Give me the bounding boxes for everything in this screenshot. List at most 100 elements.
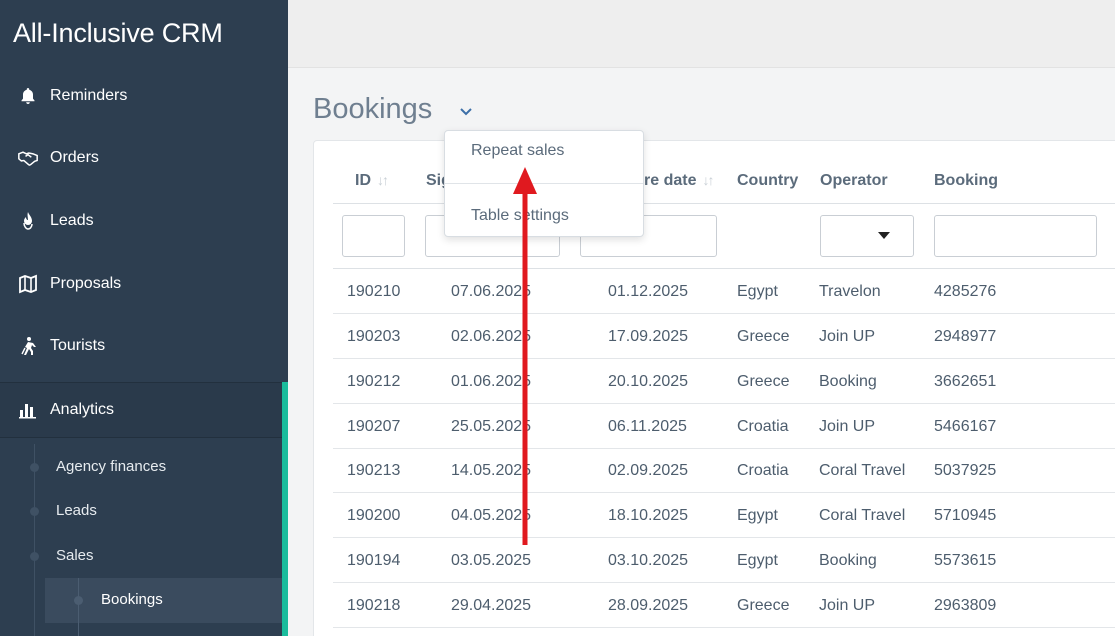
cell-signed: 25.05.2025	[451, 418, 532, 435]
cell-id: 190218	[347, 597, 401, 614]
sidebar-subitem-leads[interactable]: Leads	[56, 502, 97, 519]
sidebar-item-label: Tourists	[50, 337, 106, 354]
table-row[interactable]: 190200 04.05.2025 18.10.2025 Egypt Coral…	[333, 493, 1115, 538]
chevron-down-icon[interactable]	[458, 103, 474, 119]
cell-operator: Travelon	[819, 283, 881, 300]
cell-booking: 2948977	[934, 328, 997, 345]
table-row[interactable]: 190194 03.05.2025 03.10.2025 Egypt Booki…	[333, 538, 1115, 583]
app-title: All-Inclusive CRM	[13, 18, 223, 48]
cell-id: 190207	[347, 418, 401, 435]
cell-signed: 07.06.2025	[451, 283, 532, 300]
sidebar-item-reminders[interactable]: Reminders	[0, 65, 288, 127]
cell-signed: 03.05.2025	[451, 552, 532, 569]
sidebar-item-label: Leads	[50, 212, 94, 229]
cell-departure: 03.10.2025	[608, 552, 689, 569]
cell-country: Croatia	[737, 418, 789, 435]
filter-operator-select[interactable]	[820, 215, 914, 257]
cell-country: Egypt	[737, 283, 778, 300]
sidebar-item-label: Reminders	[50, 87, 128, 104]
tree-dot	[30, 552, 39, 561]
menu-item-table-settings[interactable]: Table settings	[471, 207, 569, 225]
cell-signed: 01.06.2025	[451, 373, 532, 390]
handshake-icon	[17, 147, 39, 169]
cell-departure: 17.09.2025	[608, 328, 689, 345]
menu-item-repeat-sales[interactable]: Repeat sales	[471, 142, 564, 160]
table-row[interactable]: 190207 25.05.2025 06.11.2025 Croatia Joi…	[333, 404, 1115, 449]
cell-operator: Coral Travel	[819, 507, 906, 524]
bell-icon	[17, 85, 39, 107]
top-bar	[288, 0, 1115, 68]
cell-booking: 3662651	[934, 373, 997, 390]
bar-chart-icon	[17, 399, 39, 421]
page-title: Bookings	[313, 93, 433, 125]
cell-country: Greece	[737, 597, 790, 614]
column-header-country[interactable]: Country	[737, 172, 798, 190]
table-row[interactable]: 190203 02.06.2025 17.09.2025 Greece Join…	[333, 314, 1115, 359]
cell-signed: 04.05.2025	[451, 507, 532, 524]
map-icon	[17, 273, 39, 295]
column-header-id[interactable]: ID ↓↑	[355, 172, 389, 190]
cell-country: Greece	[737, 373, 790, 390]
table-row[interactable]: 190213 14.05.2025 02.09.2025 Croatia Cor…	[333, 448, 1115, 493]
tree-dot	[30, 463, 39, 472]
column-header-departure-date[interactable]: re date ↓↑	[644, 172, 714, 190]
filter-id-input[interactable]	[342, 215, 405, 257]
sidebar-item-tourists[interactable]: Tourists	[0, 315, 288, 377]
cell-id: 190210	[347, 283, 401, 300]
menu-divider	[445, 183, 643, 184]
cell-booking: 5037925	[934, 462, 997, 479]
tree-dot	[74, 596, 83, 605]
table-row[interactable]: 190212 01.06.2025 20.10.2025 Greece Book…	[333, 359, 1115, 404]
filter-booking-input[interactable]	[934, 215, 1097, 257]
column-header-booking[interactable]: Booking	[934, 172, 998, 190]
cell-country: Croatia	[737, 462, 789, 479]
cell-booking: 5710945	[934, 507, 997, 524]
sidebar-item-orders[interactable]: Orders	[0, 127, 288, 189]
cell-departure: 28.09.2025	[608, 597, 689, 614]
cell-operator: Join UP	[819, 597, 876, 614]
cell-operator: Join UP	[819, 328, 876, 345]
tree-dot	[30, 507, 39, 516]
sidebar-item-proposals[interactable]: Proposals	[0, 253, 288, 315]
cell-country: Greece	[737, 328, 790, 345]
cell-id: 190194	[347, 552, 401, 569]
table-row[interactable]: 190210 07.06.2025 01.12.2025 Egypt Trave…	[333, 269, 1115, 314]
sidebar-item-leads[interactable]: Leads	[0, 190, 288, 252]
cell-booking: 4285276	[934, 283, 997, 300]
cell-departure: 20.10.2025	[608, 373, 689, 390]
cell-departure: 02.09.2025	[608, 462, 689, 479]
sidebar-item-label: Proposals	[50, 275, 122, 292]
cell-id: 190203	[347, 328, 401, 345]
sort-icon[interactable]: ↓↑	[377, 172, 389, 188]
sidebar-subitem-sales[interactable]: Sales	[56, 547, 94, 564]
cell-id: 190213	[347, 462, 401, 479]
sidebar: All-Inclusive CRM Reminders Orders Leads…	[0, 0, 288, 636]
traveler-icon	[17, 335, 39, 357]
cell-booking: 5466167	[934, 418, 997, 435]
tree-line	[78, 578, 79, 636]
cell-booking: 2963809	[934, 597, 997, 614]
cell-departure: 06.11.2025	[608, 418, 687, 435]
cell-country: Egypt	[737, 507, 778, 524]
cell-booking: 5573615	[934, 552, 997, 569]
cell-country: Egypt	[737, 552, 778, 569]
sidebar-subitem-agency-finances[interactable]: Agency finances	[56, 458, 166, 475]
cell-signed: 29.04.2025	[451, 597, 532, 614]
cell-departure: 18.10.2025	[608, 507, 689, 524]
sidebar-item-analytics[interactable]: Analytics	[0, 382, 288, 438]
cell-operator: Coral Travel	[819, 462, 906, 479]
column-header-operator[interactable]: Operator	[820, 172, 888, 190]
caret-down-icon	[878, 232, 890, 239]
sort-icon[interactable]: ↓↑	[702, 172, 714, 188]
sidebar-subitem-label: Bookings	[101, 591, 163, 608]
sidebar-item-label: Analytics	[50, 401, 115, 418]
sidebar-item-label: Orders	[50, 149, 99, 166]
cell-signed: 02.06.2025	[451, 328, 532, 345]
table-row[interactable]: 190218 29.04.2025 28.09.2025 Greece Join…	[333, 583, 1115, 628]
cell-id: 190212	[347, 373, 401, 390]
cell-signed: 14.05.2025	[451, 462, 532, 479]
cell-operator: Join UP	[819, 418, 876, 435]
cell-operator: Booking	[819, 373, 877, 390]
cell-departure: 01.12.2025	[608, 283, 689, 300]
tree-line	[34, 444, 35, 636]
